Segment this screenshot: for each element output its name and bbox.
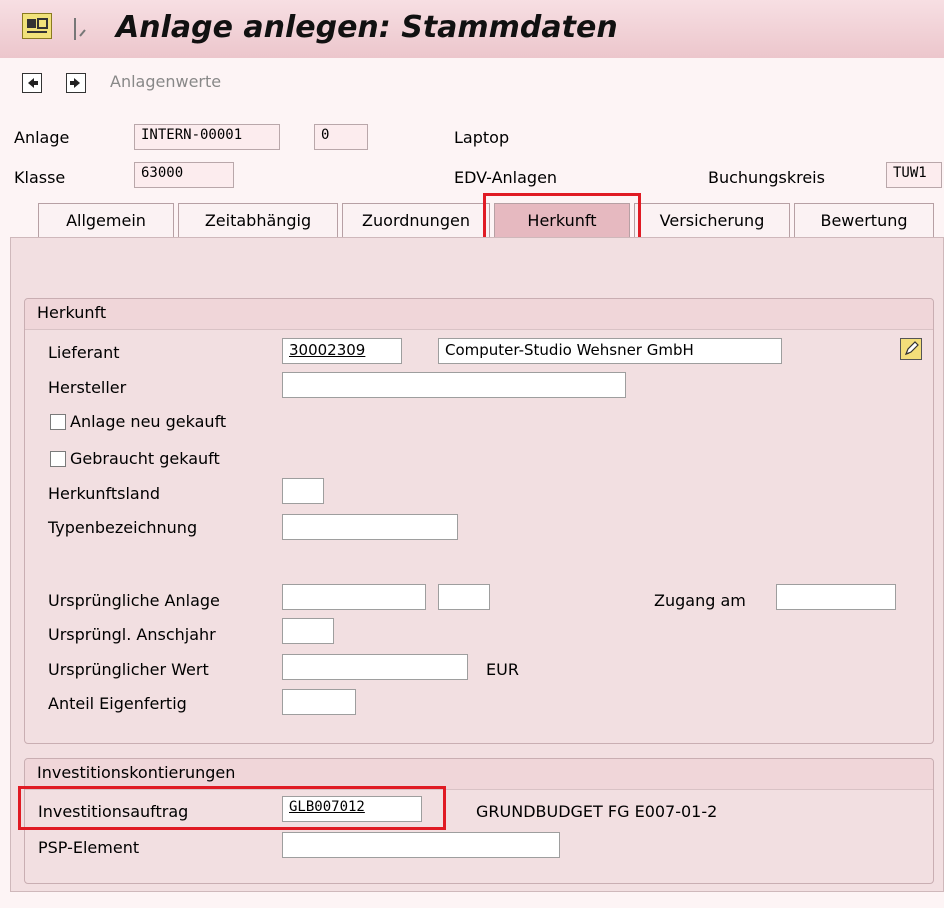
urspruenglicher-wert-label: Ursprünglicher Wert — [48, 660, 209, 679]
tab-allgemein[interactable]: Allgemein — [38, 203, 174, 239]
urspruengliche-anlage-field[interactable] — [282, 584, 426, 610]
urspruengliche-anlage-sub-field[interactable] — [438, 584, 490, 610]
anteil-eigenfertig-label: Anteil Eigenfertig — [48, 694, 187, 713]
urspruengl-anschjahr-label: Ursprüngl. Anschjahr — [48, 625, 216, 644]
page-title: Anlage anlegen: Stammdaten — [116, 10, 618, 45]
herkunftsland-label: Herkunftsland — [48, 484, 161, 503]
neu-gekauft-checkbox[interactable] — [50, 414, 66, 430]
anlage-sub-field[interactable]: 0 — [314, 124, 368, 150]
neu-gekauft-label: Anlage neu gekauft — [70, 412, 227, 431]
title-separator-icon — [72, 16, 88, 42]
tab-zeitabhaengig[interactable]: Zeitabhängig — [178, 203, 338, 239]
anteil-eigenfertig-field[interactable] — [282, 689, 356, 715]
klasse-text: EDV-Anlagen — [454, 168, 558, 187]
anlagenwerte-button[interactable]: Anlagenwerte — [110, 72, 221, 91]
tab-bewertung[interactable]: Bewertung — [794, 203, 934, 239]
klasse-field[interactable]: 63000 — [134, 162, 234, 188]
lieferant-field[interactable]: 30002309 — [282, 338, 402, 364]
buchungskreis-field[interactable]: TUW1 — [886, 162, 942, 188]
tab-versicherung[interactable]: Versicherung — [634, 203, 790, 239]
currency-label: EUR — [486, 660, 519, 679]
tab-zuordnungen[interactable]: Zuordnungen — [342, 203, 490, 239]
lieferant-label: Lieferant — [48, 343, 120, 362]
typenbezeichnung-label: Typenbezeichnung — [48, 518, 198, 537]
hersteller-field[interactable] — [282, 372, 626, 398]
anlage-text: Laptop — [454, 128, 510, 147]
transaction-icon[interactable] — [22, 13, 52, 39]
buchungskreis-label: Buchungskreis — [708, 168, 825, 187]
urspruengliche-anlage-label: Ursprüngliche Anlage — [48, 591, 220, 610]
urspruenglicher-wert-field[interactable] — [282, 654, 468, 680]
urspruengl-anschjahr-field[interactable] — [282, 618, 334, 644]
zugang-am-field[interactable] — [776, 584, 896, 610]
lieferant-name-field: Computer-Studio Wehsner GmbH — [438, 338, 782, 364]
investitionsauftrag-text: GRUNDBUDGET FG E007-01-2 — [476, 802, 718, 821]
gebraucht-gekauft-label: Gebraucht gekauft — [70, 449, 220, 468]
herkunft-group-header: Herkunft — [25, 299, 933, 330]
hersteller-label: Hersteller — [48, 378, 127, 397]
klasse-label: Klasse — [14, 168, 66, 187]
highlight-investitionsauftrag — [18, 786, 446, 830]
herkunft-group-title: Herkunft — [37, 303, 107, 322]
zugang-am-label: Zugang am — [654, 591, 746, 610]
lieferant-value: 30002309 — [289, 341, 366, 359]
edit-pencil-icon[interactable] — [900, 338, 922, 360]
gebraucht-gekauft-checkbox[interactable] — [50, 451, 66, 467]
highlight-herkunft-tab — [483, 193, 641, 243]
anlage-field[interactable]: INTERN-00001 — [134, 124, 280, 150]
anlage-label: Anlage — [14, 128, 70, 147]
psp-element-field[interactable] — [282, 832, 560, 858]
typenbezeichnung-field[interactable] — [282, 514, 458, 540]
psp-element-label: PSP-Element — [38, 838, 140, 857]
next-record-icon[interactable] — [66, 73, 86, 93]
previous-record-icon[interactable] — [22, 73, 42, 93]
herkunftsland-field[interactable] — [282, 478, 324, 504]
investitionskontierungen-group-title: Investitionskontierungen — [37, 763, 236, 782]
